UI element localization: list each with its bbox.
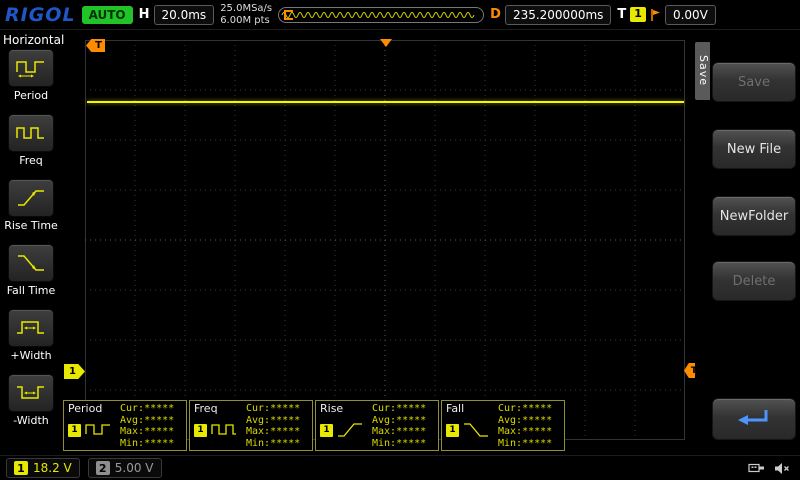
memory-waveform-bar[interactable] — [278, 7, 484, 23]
measurement-panel-fall: Fall 1 Cur:***** Avg:***** Max:***** Min… — [441, 400, 565, 451]
sidebar-item-label: Period — [14, 89, 48, 102]
sample-rate: 25.0MSa/s — [220, 3, 272, 15]
usb-icon — [748, 462, 766, 474]
channel-badge: 1 — [446, 424, 459, 437]
trigger-group: T 1 0.00V — [617, 5, 715, 25]
rigol-logo: RIGOL — [5, 4, 76, 26]
measurement-line: Max:***** — [372, 426, 436, 438]
measurement-line: Max:***** — [120, 426, 184, 438]
sidebar-item-rise-time[interactable]: Rise Time — [0, 179, 62, 244]
delay-value: 235.200000ms — [505, 5, 611, 25]
oscilloscope-screen: RIGOL AUTO H 20.0ms 25.0MSa/s 6.00M pts … — [0, 0, 800, 480]
sidebar-item-period[interactable]: Period — [0, 49, 62, 114]
sidebar-item-label: +Width — [10, 349, 51, 362]
top-bar: RIGOL AUTO H 20.0ms 25.0MSa/s 6.00M pts … — [0, 0, 800, 30]
measurement-line: Cur:***** — [120, 403, 184, 415]
measurement-line: Min:***** — [498, 438, 562, 450]
measurement-line: Avg:***** — [120, 415, 184, 427]
left-menu: Horizontal Period Freq — [0, 30, 62, 455]
sidebar-item-freq[interactable]: Freq — [0, 114, 62, 179]
left-menu-title: Horizontal — [0, 30, 64, 49]
sidebar-item-minus-width[interactable]: -Width — [0, 374, 62, 439]
freq-waveform-icon — [210, 420, 238, 440]
acquisition-info: 25.0MSa/s 6.00M pts — [220, 3, 272, 26]
delete-button[interactable]: Delete — [712, 261, 796, 301]
graticule-grid — [85, 40, 685, 440]
fall-time-icon — [8, 244, 54, 282]
channel2-scale: 5.00 V — [115, 461, 154, 475]
measurement-line: Cur:***** — [372, 403, 436, 415]
run-state-badge: AUTO — [82, 6, 133, 24]
measurement-line: Max:***** — [498, 426, 562, 438]
trigger-label: T — [617, 7, 626, 22]
delay-label: D — [490, 7, 501, 22]
sidebar-item-label: Rise Time — [4, 219, 58, 232]
measurement-line: Avg:***** — [498, 415, 562, 427]
plus-width-icon — [8, 309, 54, 347]
channel-badge: 1 — [194, 424, 207, 437]
fall-waveform-icon — [462, 420, 490, 440]
sidebar-item-label: Fall Time — [7, 284, 56, 297]
horizontal-label: H — [139, 7, 150, 22]
channel2-chip: 2 — [96, 461, 110, 475]
measurement-panel-freq: Freq 1 Cur:***** Avg:***** Max:***** Min… — [189, 400, 313, 451]
channel1-offset-marker[interactable]: 1 — [64, 364, 85, 379]
measurement-line: Max:***** — [246, 426, 310, 438]
measurement-line: Min:***** — [120, 438, 184, 450]
waveform-display: T 1 T Period 1 Cur:***** Avg:***** — [62, 30, 700, 455]
sidebar-item-label: -Width — [13, 414, 48, 427]
measurement-line: Avg:***** — [246, 415, 310, 427]
channel1-scale: 18.2 V — [33, 461, 72, 475]
trigger-source-badge: 1 — [630, 7, 646, 21]
channel1-badge[interactable]: 1 18.2 V — [6, 458, 80, 478]
sidebar-item-plus-width[interactable]: +Width — [0, 309, 62, 374]
trigger-level-value: 0.00V — [665, 5, 716, 25]
system-icons — [748, 462, 794, 475]
channel1-trace — [87, 101, 684, 103]
sidebar-item-label: Freq — [19, 154, 43, 167]
period-waveform-icon — [84, 420, 112, 440]
memory-depth: 6.00M pts — [220, 15, 272, 27]
period-icon — [8, 49, 54, 87]
channel-badge: 1 — [320, 424, 333, 437]
measurement-name: Freq — [194, 403, 246, 415]
waveform-squiggle-icon — [279, 8, 483, 22]
measurement-panel-period: Period 1 Cur:***** Avg:***** Max:***** M… — [63, 400, 187, 451]
freq-icon — [8, 114, 54, 152]
save-button[interactable]: Save — [712, 62, 796, 102]
bottom-bar: 1 18.2 V 2 5.00 V — [0, 455, 800, 480]
horizontal-group: H 20.0ms — [139, 5, 215, 25]
back-button[interactable] — [712, 398, 796, 440]
measurement-name: Period — [68, 403, 120, 415]
rise-time-icon — [8, 179, 54, 217]
measurement-name: Rise — [320, 403, 372, 415]
memory-window-marker[interactable] — [284, 10, 293, 20]
measurement-line: Min:***** — [246, 438, 310, 450]
trigger-position-icon[interactable] — [380, 39, 392, 47]
measurement-line: Avg:***** — [372, 415, 436, 427]
right-menu: Save Save New File NewFolder Delete — [695, 30, 800, 455]
channel-badge: 1 — [68, 424, 81, 437]
speaker-icon — [774, 462, 790, 475]
measurement-name: Fall — [446, 403, 498, 415]
measurement-line: Cur:***** — [246, 403, 310, 415]
new-folder-button[interactable]: NewFolder — [712, 196, 796, 236]
timebase-value: 20.0ms — [154, 5, 215, 25]
channel2-badge[interactable]: 2 5.00 V — [88, 458, 162, 478]
sidebar-item-fall-time[interactable]: Fall Time — [0, 244, 62, 309]
measurement-line: Cur:***** — [498, 403, 562, 415]
delay-group: D 235.200000ms — [490, 5, 611, 25]
measurement-line: Min:***** — [372, 438, 436, 450]
measurement-row: Period 1 Cur:***** Avg:***** Max:***** M… — [63, 400, 565, 451]
channel1-chip: 1 — [14, 461, 28, 475]
return-arrow-icon — [734, 406, 774, 432]
trigger-edge-icon — [650, 8, 661, 22]
minus-width-icon — [8, 374, 54, 412]
measurement-panel-rise: Rise 1 Cur:***** Avg:***** Max:***** Min… — [315, 400, 439, 451]
rise-waveform-icon — [336, 420, 364, 440]
save-menu-tab: Save — [695, 42, 710, 100]
new-file-button[interactable]: New File — [712, 129, 796, 169]
